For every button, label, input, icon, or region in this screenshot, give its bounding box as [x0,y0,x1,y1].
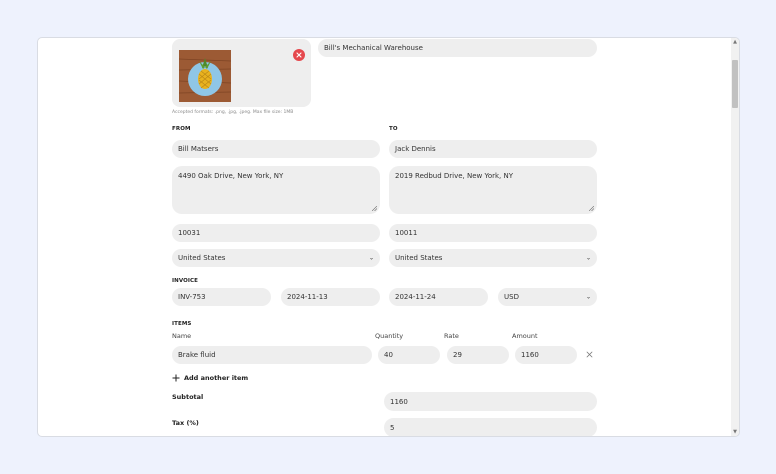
tax-label: Tax (%) [172,419,199,427]
chevron-down-icon: ⌄ [368,254,374,262]
remove-item-button[interactable] [584,349,594,359]
to-zip-input[interactable]: 10011 [389,224,597,242]
chevron-down-icon: ⌄ [585,254,591,262]
col-rate-label: Rate [444,332,459,340]
subtotal-input[interactable]: 1160 [384,392,597,411]
scroll-down-icon[interactable]: ▼ [732,429,738,435]
company-name-input[interactable]: Bill's Mechanical Warehouse [318,39,597,57]
close-icon [586,351,592,357]
remove-logo-button[interactable] [293,49,305,61]
item-name-input[interactable]: Brake fluid [172,346,372,364]
invoice-number-input[interactable]: INV-753 [172,288,271,306]
col-quantity-label: Quantity [375,332,404,340]
tax-input[interactable]: 5 [384,418,597,436]
to-address-text: 2019 Redbud Drive, New York, NY [395,172,514,180]
logo-upload-box[interactable] [172,39,311,107]
to-name-input[interactable]: Jack Dennis [389,140,597,158]
col-name-label: Name [172,332,192,340]
from-address-text: 4490 Oak Drive, New York, NY [178,172,284,180]
subtotal-label: Subtotal [172,393,204,401]
resize-handle-icon[interactable] [589,206,594,211]
to-heading: TO [389,126,398,132]
currency-select[interactable]: USD ⌄ [498,288,597,306]
due-date-input[interactable]: 2024-11-24 [389,288,488,306]
from-country-value: United States [178,254,226,262]
to-country-value: United States [395,254,443,262]
scroll-up-icon[interactable]: ▲ [732,39,738,45]
logo-image [179,50,231,102]
from-name-input[interactable]: Bill Matsers [172,140,380,158]
invoice-heading: INVOICE [172,278,199,284]
from-zip-input[interactable]: 10031 [172,224,380,242]
issue-date-input[interactable]: 2024-11-13 [281,288,380,306]
from-heading: FROM [172,126,191,132]
invoice-form-card: Accepted formats: .png, .jpg, .jpeg. Max… [37,37,740,437]
from-country-select[interactable]: United States ⌄ [172,249,380,267]
item-rate-input[interactable]: 29 [447,346,509,364]
col-amount-label: Amount [512,332,538,340]
to-address-textarea[interactable]: 2019 Redbud Drive, New York, NY [389,166,597,214]
chevron-down-icon: ⌄ [585,293,591,301]
logo-accepted-formats: Accepted formats: .png, .jpg, .jpeg. Max… [172,110,294,115]
plus-icon [172,374,180,382]
from-address-textarea[interactable]: 4490 Oak Drive, New York, NY [172,166,380,214]
items-heading: ITEMS [172,321,192,327]
item-quantity-input[interactable]: 40 [378,346,440,364]
currency-value: USD [504,293,519,301]
to-country-select[interactable]: United States ⌄ [389,249,597,267]
add-item-label: Add another item [184,374,249,382]
scrollbar-thumb[interactable] [732,60,738,108]
close-icon [296,52,302,58]
add-item-button[interactable]: Add another item [172,374,248,382]
item-amount-input[interactable]: 1160 [515,346,577,364]
resize-handle-icon[interactable] [372,206,377,211]
